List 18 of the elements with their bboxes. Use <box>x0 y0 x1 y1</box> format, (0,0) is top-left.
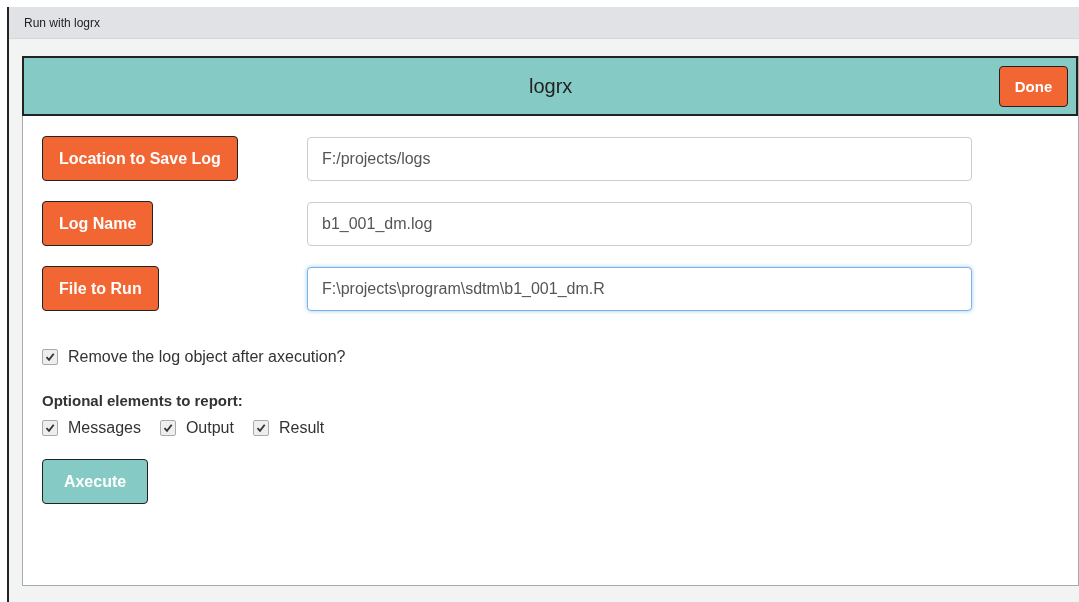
path-field[interactable]: b1_001_dm.log <box>307 201 972 246</box>
check-icon <box>45 352 55 362</box>
checkbox-option[interactable]: Messages <box>42 419 141 437</box>
header-title: logrx <box>529 74 573 98</box>
checkbox-option[interactable]: Output <box>159 419 234 437</box>
checkbox-option[interactable]: Result <box>252 419 325 437</box>
path-field[interactable]: F:/projects/logs <box>307 136 972 181</box>
check-icon <box>45 423 55 433</box>
check-icon <box>162 423 173 433</box>
window-title: Run with logrx <box>24 15 101 30</box>
checkbox[interactable] <box>252 420 269 436</box>
checkbox[interactable] <box>42 420 58 436</box>
checkbox-option[interactable]: Remove the log object after axecution? <box>42 348 346 366</box>
checkbox[interactable] <box>159 420 176 436</box>
checkbox[interactable] <box>42 349 58 365</box>
path-field[interactable]: F:\projects\program\sdtm\b1_001_dm.R <box>307 266 972 311</box>
check-icon <box>255 423 266 433</box>
section-heading: Optional elements to report: <box>42 392 244 409</box>
